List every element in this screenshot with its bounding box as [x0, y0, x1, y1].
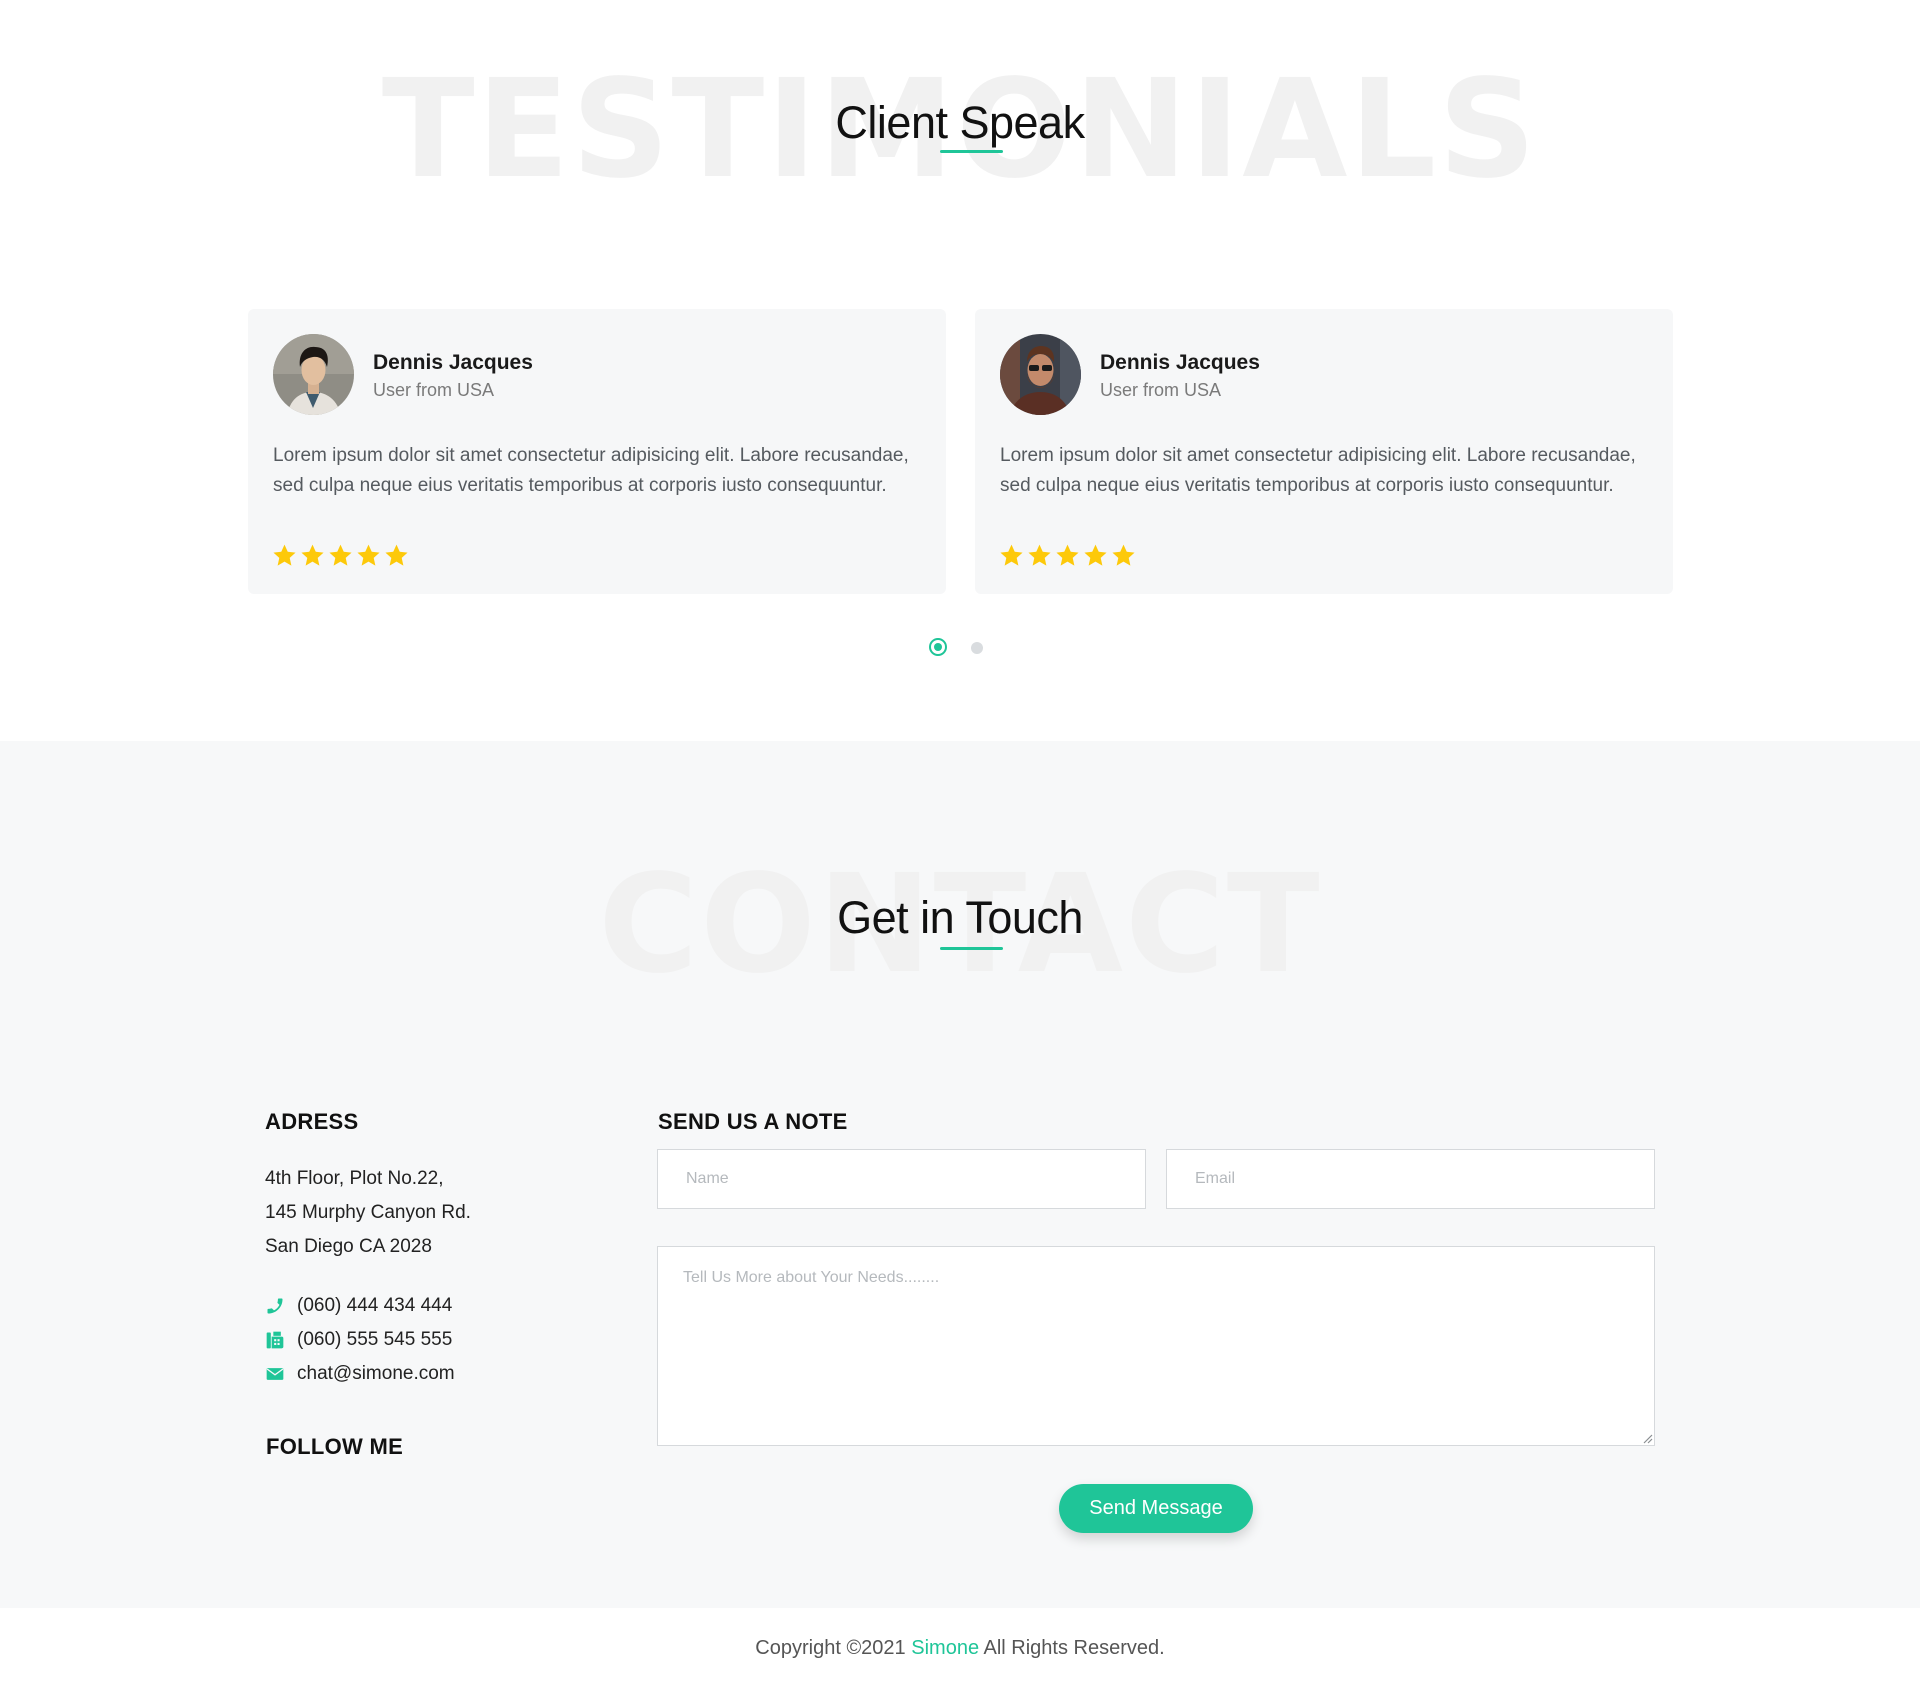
address-line: 4th Floor, Plot No.22,	[265, 1168, 444, 1189]
carousel-dot-2[interactable]	[971, 642, 983, 654]
star-icon	[1084, 544, 1107, 566]
address-line: 145 Murphy Canyon Rd.	[265, 1202, 471, 1223]
copyright-suffix: All Rights Reserved.	[983, 1637, 1165, 1659]
testimonials-section: TESTIMONIALS Client Speak Dennis Jacques…	[0, 0, 1920, 741]
copyright-text: Copyright ©2021 Simone All Rights Reserv…	[0, 1608, 1920, 1660]
envelope-icon	[266, 1368, 284, 1380]
phone-row: (060) 444 434 444	[265, 1293, 452, 1319]
follow-heading: FOLLOW ME	[266, 1434, 404, 1459]
fax-icon	[266, 1331, 284, 1349]
name-input[interactable]	[657, 1149, 1146, 1209]
message-textarea[interactable]	[657, 1246, 1655, 1446]
resize-grip-icon[interactable]	[1641, 1432, 1653, 1444]
testimonial-role: User from USA	[1100, 380, 1222, 400]
email-input[interactable]	[1166, 1149, 1655, 1209]
star-icon	[357, 544, 380, 566]
testimonial-card: Dennis Jacques User from USA Lorem ipsum…	[248, 309, 946, 594]
email-address: chat@simone.com	[297, 1363, 455, 1384]
star-icon	[1112, 544, 1135, 566]
testimonials-title: Client Speak	[835, 97, 1085, 148]
star-icon	[1056, 544, 1079, 566]
testimonial-text: Lorem ipsum dolor sit amet consectetur a…	[1000, 445, 1636, 496]
star-icon	[1028, 544, 1051, 566]
phone-icon	[267, 1298, 283, 1314]
form-heading: SEND US A NOTE	[658, 1109, 848, 1134]
testimonial-text: Lorem ipsum dolor sit amet consectetur a…	[273, 445, 909, 496]
testimonial-role: User from USA	[373, 380, 495, 400]
contact-title-underline	[940, 947, 1003, 950]
footer: Copyright ©2021 Simone All Rights Reserv…	[0, 1608, 1920, 1690]
rating-stars	[999, 543, 1136, 569]
testimonial-carousel: Dennis Jacques User from USA Lorem ipsum…	[248, 309, 1674, 594]
testimonial-name: Dennis Jacques	[373, 351, 533, 374]
testimonial-card: Dennis Jacques User from USA Lorem ipsum…	[975, 309, 1673, 594]
email-row: chat@simone.com	[265, 1361, 455, 1387]
star-icon	[301, 544, 324, 566]
star-icon	[1000, 544, 1023, 566]
avatar	[1000, 334, 1081, 415]
avatar	[273, 334, 354, 415]
testimonial-name: Dennis Jacques	[1100, 351, 1260, 374]
star-icon	[385, 544, 408, 566]
copyright-prefix: Copyright ©2021	[755, 1637, 906, 1659]
brand-link[interactable]: Simone	[911, 1637, 979, 1659]
send-message-button[interactable]: Send Message	[1059, 1484, 1253, 1533]
address-heading: ADRESS	[265, 1109, 359, 1134]
phone-number: (060) 444 434 444	[297, 1295, 453, 1316]
star-icon	[329, 544, 352, 566]
contact-title: Get in Touch	[837, 892, 1083, 943]
fax-number: (060) 555 545 555	[297, 1329, 453, 1350]
carousel-pagination	[929, 638, 1009, 660]
carousel-dot-1[interactable]	[929, 638, 947, 656]
star-icon	[273, 544, 296, 566]
address-line: San Diego CA 2028	[265, 1236, 432, 1257]
fax-row: (060) 555 545 555	[265, 1327, 452, 1353]
rating-stars	[272, 543, 409, 569]
testimonials-title-underline	[940, 150, 1003, 153]
